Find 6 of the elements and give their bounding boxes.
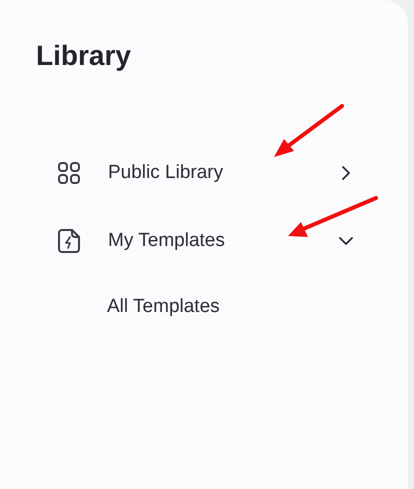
sidebar-item[interactable]: Public Library (56, 153, 356, 193)
library-title: Library (36, 39, 132, 73)
document-bolt-icon (56, 228, 82, 254)
sidebar-item[interactable]: My Templates (56, 221, 356, 261)
grid-icon (56, 160, 82, 186)
sidebar-subitem[interactable]: All Templates (107, 296, 220, 318)
